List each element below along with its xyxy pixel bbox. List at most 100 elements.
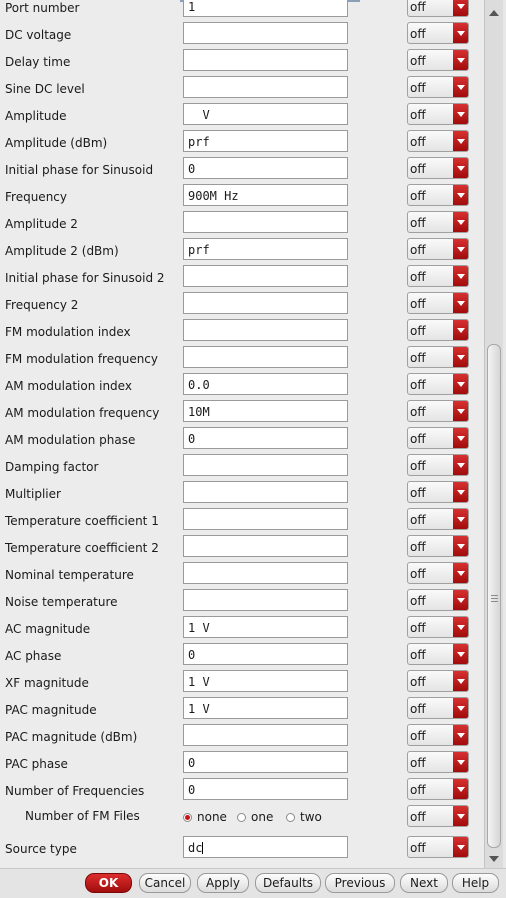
apply-button[interactable]: Apply [197,873,249,893]
option-combo[interactable]: off [407,751,469,773]
property-value-field[interactable] [183,319,348,341]
property-value-field[interactable] [183,454,348,476]
vertical-scrollbar[interactable] [484,0,503,868]
source-type-field[interactable]: dc [183,836,348,858]
fm-files-radio-two[interactable]: two [286,810,322,824]
property-value-field[interactable]: 0 [183,751,348,773]
dropdown-arrow-icon[interactable] [453,752,468,772]
scrollbar-thumb[interactable] [487,344,501,848]
option-combo[interactable]: off [407,670,469,692]
option-combo[interactable]: off [407,373,469,395]
dropdown-arrow-icon[interactable] [453,212,468,232]
property-value-field[interactable] [183,481,348,503]
property-value-field[interactable] [183,265,348,287]
property-value-field[interactable] [183,724,348,746]
option-combo[interactable]: off [407,265,469,287]
property-value-field[interactable]: V [183,103,348,125]
dropdown-arrow-icon[interactable] [453,698,468,718]
radio-icon[interactable] [183,812,192,822]
dropdown-arrow-icon[interactable] [453,725,468,745]
property-value-field[interactable]: prf [183,238,348,260]
fm-files-radio-one[interactable]: one [237,810,273,824]
dropdown-arrow-icon[interactable] [453,590,468,610]
option-combo[interactable]: off [407,805,469,827]
dropdown-arrow-icon[interactable] [453,293,468,313]
property-value-field[interactable]: 10M [183,400,348,422]
dropdown-arrow-icon[interactable] [453,428,468,448]
property-value-field[interactable]: 1 [183,0,348,17]
option-combo[interactable]: off [407,103,469,125]
ok-button[interactable]: OK [85,873,132,893]
cancel-button[interactable]: Cancel [139,873,191,893]
radio-icon[interactable] [286,812,295,822]
dropdown-arrow-icon[interactable] [453,23,468,43]
option-combo[interactable]: off [407,292,469,314]
scroll-up-arrow-icon[interactable] [486,7,502,21]
property-value-field[interactable] [183,589,348,611]
property-value-field[interactable] [183,508,348,530]
dropdown-arrow-icon[interactable] [453,482,468,502]
dropdown-arrow-icon[interactable] [453,77,468,97]
dropdown-arrow-icon[interactable] [453,131,468,151]
property-value-field[interactable] [183,211,348,233]
property-value-field[interactable]: 0 [183,427,348,449]
property-value-field[interactable] [183,292,348,314]
property-value-field[interactable]: 1 V [183,670,348,692]
property-value-field[interactable]: 0 [183,643,348,665]
dropdown-arrow-icon[interactable] [453,536,468,556]
dropdown-arrow-icon[interactable] [453,401,468,421]
dropdown-arrow-icon[interactable] [453,185,468,205]
property-value-field[interactable]: 1 V [183,616,348,638]
option-combo[interactable]: off [407,184,469,206]
dropdown-arrow-icon[interactable] [453,806,468,826]
dropdown-arrow-icon[interactable] [453,320,468,340]
property-value-field[interactable] [183,562,348,584]
option-combo[interactable]: off [407,346,469,368]
dropdown-arrow-icon[interactable] [453,50,468,70]
option-combo[interactable]: off [407,562,469,584]
dropdown-arrow-icon[interactable] [453,644,468,664]
dropdown-arrow-icon[interactable] [453,158,468,178]
scroll-down-arrow-icon[interactable] [486,852,502,866]
radio-icon[interactable] [237,812,246,822]
dropdown-arrow-icon[interactable] [453,347,468,367]
option-combo[interactable]: off [407,319,469,341]
option-combo[interactable]: off [407,211,469,233]
option-combo[interactable]: off [407,238,469,260]
dropdown-arrow-icon[interactable] [453,455,468,475]
dropdown-arrow-icon[interactable] [453,266,468,286]
property-value-field[interactable] [183,535,348,557]
dropdown-arrow-icon[interactable] [453,239,468,259]
option-combo[interactable]: off [407,49,469,71]
option-combo[interactable]: off [407,157,469,179]
dropdown-arrow-icon[interactable] [453,374,468,394]
option-combo[interactable]: off [407,481,469,503]
option-combo[interactable]: off [407,616,469,638]
dropdown-arrow-icon[interactable] [453,509,468,529]
option-combo[interactable]: off [407,400,469,422]
property-value-field[interactable]: 0.0 [183,373,348,395]
property-value-field[interactable] [183,49,348,71]
option-combo[interactable]: off [407,724,469,746]
option-combo[interactable]: off [407,535,469,557]
dropdown-arrow-icon[interactable] [453,837,468,857]
dropdown-arrow-icon[interactable] [453,671,468,691]
option-combo[interactable]: off [407,427,469,449]
option-combo[interactable]: off [407,643,469,665]
dropdown-arrow-icon[interactable] [453,104,468,124]
option-combo[interactable]: off [407,22,469,44]
property-value-field[interactable] [183,76,348,98]
defaults-button[interactable]: Defaults [255,873,321,893]
fm-files-radio-none[interactable]: none [183,810,227,824]
option-combo[interactable]: off [407,589,469,611]
previous-button[interactable]: Previous [325,873,395,893]
option-combo[interactable]: off [407,836,469,858]
property-value-field[interactable]: 900M Hz [183,184,348,206]
option-combo[interactable]: off [407,778,469,800]
dropdown-arrow-icon[interactable] [453,617,468,637]
dropdown-arrow-icon[interactable] [453,563,468,583]
option-combo[interactable]: off [407,76,469,98]
dropdown-arrow-icon[interactable] [453,779,468,799]
option-combo[interactable]: off [407,454,469,476]
dropdown-arrow-icon[interactable] [453,0,468,16]
